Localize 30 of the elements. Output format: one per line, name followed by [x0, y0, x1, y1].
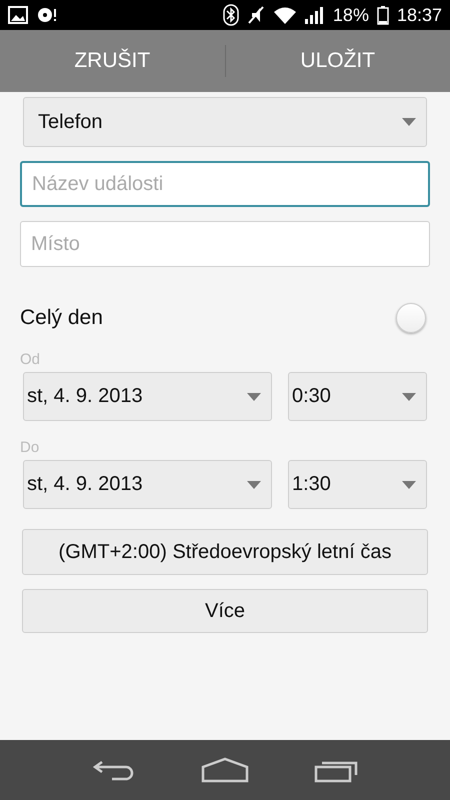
- muted-icon: [246, 5, 265, 25]
- home-icon[interactable]: [200, 757, 249, 783]
- battery-percent: 18%: [332, 4, 369, 26]
- dropdown-caret-icon: [402, 480, 416, 488]
- clock: 18:37: [396, 4, 442, 26]
- timezone-button[interactable]: (GMT+2:00) Středoevropský letní čas: [22, 529, 428, 575]
- location-field[interactable]: Místo: [20, 221, 430, 267]
- picture-icon: [8, 6, 28, 24]
- title-field[interactable]: Název události: [20, 161, 430, 207]
- signal-icon: [304, 6, 325, 24]
- section-label: Od: [20, 351, 42, 368]
- time-dropdown[interactable]: 1:30: [288, 460, 427, 509]
- dropdown-caret-icon: [247, 392, 261, 400]
- time-dropdown[interactable]: 0:30: [288, 372, 427, 421]
- date-dropdown[interactable]: st, 4. 9. 2013: [23, 460, 272, 509]
- more-button[interactable]: Více: [22, 589, 428, 633]
- action-button[interactable]: ULOŽIT: [226, 30, 450, 92]
- dropdown-caret-icon: [402, 392, 416, 400]
- action-button[interactable]: ZRUŠIT: [0, 30, 224, 92]
- date-dropdown[interactable]: st, 4. 9. 2013: [23, 372, 272, 421]
- bluetooth-icon: [222, 4, 239, 26]
- disc-icon: [36, 6, 58, 24]
- all-day-label: Celý den: [20, 306, 103, 330]
- battery-icon: [376, 5, 389, 25]
- section-label: Do: [20, 439, 40, 456]
- dropdown-caret-icon: [402, 118, 416, 126]
- all-day-toggle[interactable]: [396, 303, 426, 333]
- wifi-icon: [272, 6, 297, 24]
- calendar-dropdown[interactable]: Telefon: [23, 97, 427, 147]
- dropdown-caret-icon: [247, 480, 261, 488]
